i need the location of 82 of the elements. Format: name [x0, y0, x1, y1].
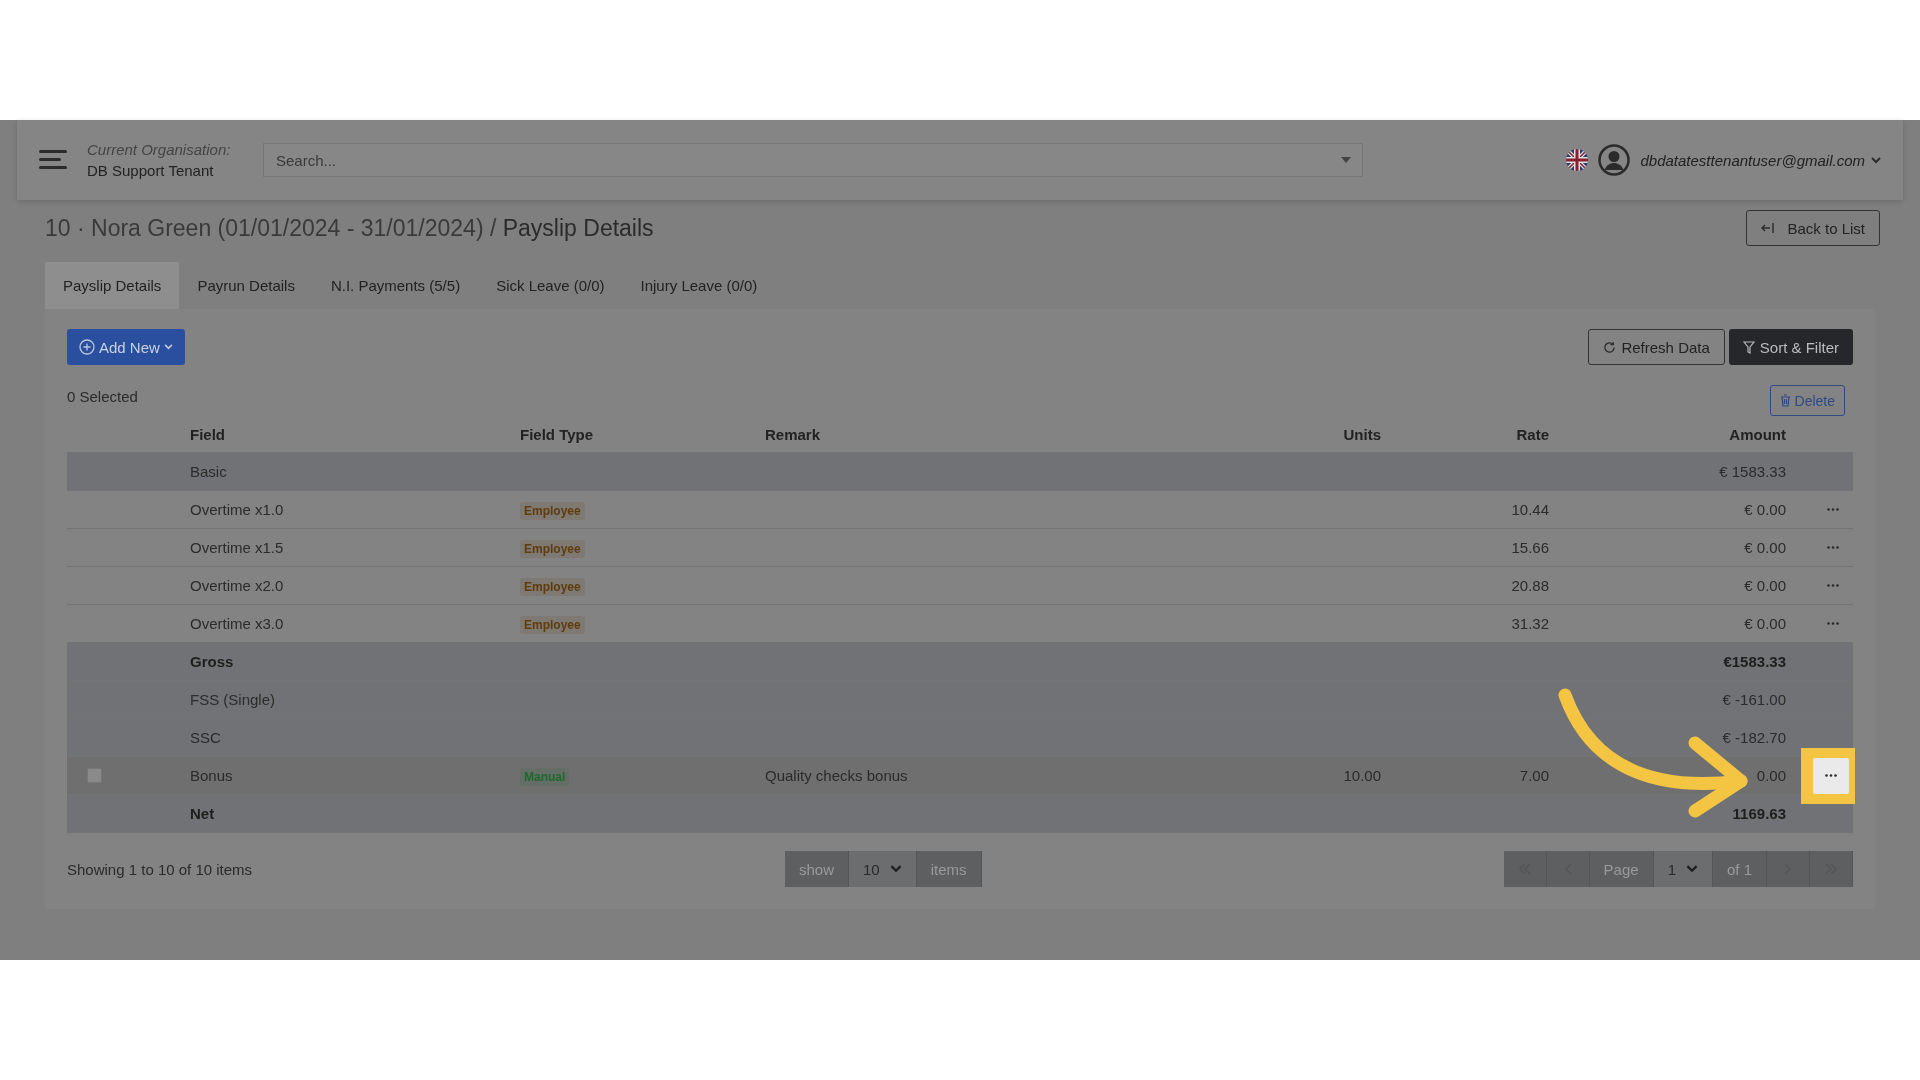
first-page-button[interactable]	[1503, 851, 1547, 887]
tab[interactable]: N.I. Payments (5/5)	[312, 262, 479, 309]
tab[interactable]: Sick Leave (0/0)	[478, 262, 623, 309]
filter-icon	[1742, 340, 1755, 354]
chevron-icon	[889, 865, 902, 873]
delete-button[interactable]: Delete	[1769, 385, 1845, 416]
tab[interactable]: Injury Leave (0/0)	[622, 262, 776, 309]
column-header: Units	[1342, 425, 1381, 443]
field-type-tag: Employee	[520, 540, 585, 558]
column-header: Rate	[1515, 425, 1549, 443]
table-cell: 15.66	[1511, 539, 1549, 556]
chevron-icon	[1685, 865, 1698, 873]
trash-icon	[1779, 394, 1791, 407]
page-select[interactable]: 1	[1653, 851, 1713, 887]
search-field[interactable]: Search...	[263, 143, 1363, 177]
refresh-icon	[1603, 340, 1617, 354]
back-icon	[1761, 222, 1776, 234]
user-menu[interactable]: dbdatatesttenantuser@gmail.com	[1640, 151, 1881, 169]
flag-icon[interactable]	[1566, 149, 1589, 171]
table-cell: FSS (Single)	[190, 691, 276, 708]
page-size-select[interactable]: 10	[849, 851, 917, 887]
show-label: show	[785, 851, 850, 887]
table-cell: 20.88	[1511, 577, 1549, 594]
field-type-tag: Employee	[520, 578, 585, 596]
more-icon	[1827, 622, 1839, 625]
sort-filter-button[interactable]: Sort & Filter	[1728, 329, 1853, 365]
organisation-name: DB Support Tenant	[87, 162, 215, 179]
field-type-tag: Manual	[520, 768, 570, 786]
table-cell: € 0.00	[1744, 501, 1786, 518]
selected-count: 0 Selected	[67, 388, 138, 405]
table-cell: Overtime x1.5	[190, 539, 284, 556]
more-button[interactable]	[1813, 757, 1849, 794]
field-type-tag: Employee	[520, 502, 585, 520]
column-header: Field	[190, 425, 226, 443]
row-checkbox[interactable]	[87, 768, 102, 783]
menu-icon[interactable]	[39, 149, 67, 171]
chevron-icon	[1871, 156, 1881, 164]
more-icon	[1827, 584, 1839, 587]
table-cell: Net	[190, 805, 215, 822]
column-header: Amount	[1728, 425, 1786, 443]
table-cell: € -161.00	[1722, 691, 1786, 708]
table-cell: Overtime x1.0	[190, 501, 284, 518]
table-cell: 10.00	[1343, 767, 1381, 784]
table-cell: Overtime x2.0	[190, 577, 284, 594]
field-type-tag: Employee	[520, 616, 585, 634]
table-cell: Gross	[190, 653, 234, 670]
page-count: of 1	[1712, 851, 1767, 887]
table-cell: 1169.63	[1732, 805, 1786, 822]
table-cell: € 1583.33	[1719, 463, 1786, 480]
table-cell: 31.32	[1511, 615, 1549, 632]
column-header: Remark	[765, 425, 822, 443]
page-title: 10 · Nora Green (01/01/2024 - 31/01/2024) / Payslip Details	[45, 214, 654, 242]
organisation-label: Current Organisation:	[87, 141, 232, 158]
caret-icon	[1341, 157, 1351, 163]
table-cell: Overtime x3.0	[190, 615, 284, 632]
column-header: Field Type	[520, 425, 595, 443]
table-cell: € 0.00	[1744, 615, 1786, 632]
table-cell: Bonus	[190, 767, 233, 784]
plus-circle-icon	[79, 339, 95, 355]
refresh-button[interactable]: Refresh Data	[1588, 329, 1725, 365]
table-cell: SSC	[190, 729, 221, 746]
back-button[interactable]: Back to List	[1746, 210, 1880, 246]
table-cell: € 0.00	[1744, 577, 1786, 594]
more-icon	[1825, 774, 1837, 777]
tab[interactable]: Payslip Details	[45, 262, 180, 309]
chevron-icon	[163, 344, 173, 350]
table-cell: 0.00	[1756, 767, 1786, 784]
table-cell: Basic	[190, 463, 227, 480]
table-cell: 10.44	[1511, 501, 1549, 518]
tab[interactable]: Payrun Details	[179, 262, 313, 309]
table-cell: € -182.70	[1722, 729, 1786, 746]
items-label: items	[916, 851, 982, 887]
table-cell: € 0.00	[1744, 539, 1786, 556]
more-icon	[1827, 546, 1839, 549]
more-icon	[1827, 508, 1839, 511]
page-label: Page	[1589, 851, 1654, 887]
table-cell: Quality checks bonus	[765, 767, 908, 784]
pagination-summary: Showing 1 to 10 of 10 items	[67, 860, 253, 878]
add-new-button[interactable]: Add New	[67, 329, 185, 365]
table-cell: €1583.33	[1723, 653, 1786, 670]
avatar-icon[interactable]	[1598, 144, 1631, 176]
table-cell: 7.00	[1519, 767, 1549, 784]
